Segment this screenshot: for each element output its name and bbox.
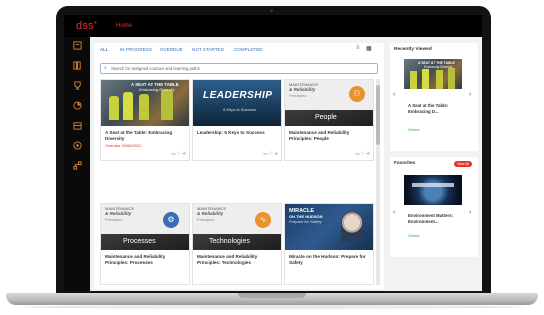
grid-view-icon[interactable]: ▦ — [366, 45, 372, 52]
trophy-icon[interactable] — [71, 81, 83, 93]
band-label: People — [315, 114, 337, 121]
course-title: A Seat at the Table: Embracing Diversity — [105, 130, 173, 141]
course-card[interactable]: MAINTENANCE & Reliability Principles Tec… — [192, 203, 282, 285]
search-input[interactable]: ⌕ Search for assigned courses and learni… — [100, 63, 378, 74]
gear-icon: ⚙ — [163, 212, 179, 228]
overdue-label: Overdue 03/08/2022 — [105, 143, 142, 148]
screen: dss+ Home ALL IN PROGRESS OVERDUE NOT ST… — [64, 15, 482, 291]
nav-home-link[interactable]: Home — [116, 23, 132, 29]
hierarchy-icon[interactable] — [71, 161, 83, 173]
chevron-right-icon[interactable]: › — [469, 91, 471, 98]
card-actions: ▭ ♡ ⋖ — [263, 151, 278, 157]
video-icon[interactable]: ▭ — [355, 151, 359, 156]
course-thumbnail: LEADERSHIP 5 Keys to Success — [193, 80, 281, 126]
dashboard-icon[interactable] — [71, 141, 83, 153]
logo[interactable]: dss+ — [76, 20, 97, 32]
course-thumbnail: MAINTENANCE & Reliability Principles Tec… — [193, 204, 281, 250]
share-icon[interactable]: ⋖ — [274, 151, 278, 156]
thumb-line3: Principles — [197, 217, 215, 222]
speaker-photo — [341, 212, 363, 242]
chevron-left-icon[interactable]: ‹ — [393, 209, 395, 216]
course-card[interactable]: MAINTENANCE & Reliability Principles Peo… — [284, 79, 374, 161]
thumb-line3: Prepare for Safety — [289, 219, 322, 224]
course-title: Miracle on the Hudson: Prepare for Safet… — [289, 254, 366, 265]
people-icon: ⚇ — [349, 86, 365, 102]
course-icon[interactable] — [71, 41, 83, 53]
video-icon[interactable]: ▭ — [171, 151, 175, 156]
course-card[interactable]: LEADERSHIP 5 Keys to Success Leadership:… — [192, 79, 282, 161]
report-icon[interactable] — [71, 101, 83, 113]
course-title: Maintenance and Reliability Principles: … — [197, 254, 258, 265]
thumb-line2: & Reliability — [289, 87, 316, 92]
thumb-line3: Principles — [105, 217, 123, 222]
scrollbar-thumb[interactable] — [376, 85, 380, 145]
logo-mark: + — [93, 20, 98, 27]
chevron-right-icon[interactable]: › — [469, 209, 471, 216]
chevron-left-icon[interactable]: ‹ — [393, 91, 395, 98]
thumb-subtitle: Embracing Diversity — [139, 87, 175, 92]
thumb-band: Technologies — [193, 234, 281, 250]
laptop-shadow — [20, 305, 524, 309]
thumb-title: LEADERSHIP — [203, 90, 273, 101]
card-actions: ▭ ♡ ⋖ — [355, 151, 370, 157]
course-card[interactable]: A SEAT AT THE TABLE Embracing Diversity … — [100, 79, 190, 161]
course-title: Maintenance and Reliability Principles: … — [105, 254, 166, 265]
favorite-item-name[interactable]: Environment Matters: Environment... — [408, 213, 468, 224]
heart-icon[interactable]: ♡ — [177, 151, 181, 156]
thumb-band: People — [285, 110, 373, 126]
course-title: Maintenance and Reliability Principles: … — [289, 130, 350, 141]
course-list-panel: ALL IN PROGRESS OVERDUE NOT STARTED COMP… — [94, 43, 384, 289]
thumb-line2: & Reliability — [105, 211, 132, 216]
thumb-line3: Principles — [289, 93, 307, 98]
recent-thumbnail[interactable]: A SEAT AT THE TABLE Embracing Diversity — [404, 59, 462, 89]
tab-completed[interactable]: COMPLETED — [234, 47, 263, 52]
favorites-title: Favorites — [394, 161, 416, 166]
favorite-item-status: Online — [408, 233, 420, 238]
favorites-panel: Favorites View All ‹ › Environment Matte… — [390, 157, 478, 257]
search-icon: ⌕ — [104, 65, 107, 71]
recently-viewed-panel: Recently Viewed ‹ › A SEAT AT THE TABLE … — [390, 43, 478, 151]
thumb-line2: & Reliability — [197, 211, 224, 216]
course-card[interactable]: MIRACLE ON THE HUDSON Prepare for Safety… — [284, 203, 374, 285]
scrollbar[interactable] — [376, 79, 380, 285]
course-card[interactable]: MAINTENANCE & Reliability Principles Pro… — [100, 203, 190, 285]
band-label: Processes — [123, 238, 156, 245]
video-icon[interactable]: ▭ — [263, 151, 267, 156]
thumb-band: Processes — [101, 234, 189, 250]
favorite-thumbnail[interactable] — [404, 175, 462, 205]
heart-icon[interactable]: ♡ — [269, 151, 273, 156]
course-thumbnail: MIRACLE ON THE HUDSON Prepare for Safety — [285, 204, 373, 250]
search-placeholder: Search for assigned courses and learning… — [111, 66, 200, 71]
course-thumbnail: MAINTENANCE & Reliability Principles Peo… — [285, 80, 373, 126]
recent-item-status: Online — [408, 127, 420, 132]
course-thumbnail: MAINTENANCE & Reliability Principles Pro… — [101, 204, 189, 250]
inbox-icon[interactable] — [71, 121, 83, 133]
tab-overdue[interactable]: OVERDUE — [160, 47, 183, 52]
card-actions: ▭ ♡ ⋖ — [171, 151, 186, 157]
course-thumbnail: A SEAT AT THE TABLE Embracing Diversity — [101, 80, 189, 126]
thumb-line1: MIRACLE — [289, 208, 315, 214]
band-label: Technologies — [209, 238, 250, 245]
top-bar: dss+ Home — [64, 15, 482, 37]
list-view-icon[interactable]: ≡ — [356, 45, 360, 51]
sidebar — [64, 37, 90, 291]
laptop-notch — [238, 293, 306, 298]
recent-item-name[interactable]: A Seat at the Table: Embracing D... — [408, 103, 468, 114]
tab-all[interactable]: ALL — [100, 47, 108, 52]
view-all-button[interactable]: View All — [454, 161, 472, 167]
thumb-subtitle: Embracing Diversity — [424, 65, 453, 69]
camera — [270, 9, 273, 12]
heart-icon[interactable]: ♡ — [361, 151, 365, 156]
tab-not-started[interactable]: NOT STARTED — [192, 47, 224, 52]
thumb-subtitle: 5 Keys to Success — [223, 107, 256, 112]
logo-text: dss — [76, 20, 94, 32]
share-icon[interactable]: ⋖ — [182, 151, 186, 156]
share-icon[interactable]: ⋖ — [366, 151, 370, 156]
pulse-icon: ∿ — [255, 212, 271, 228]
recently-viewed-title: Recently Viewed — [394, 47, 432, 52]
library-icon[interactable] — [71, 61, 83, 73]
tab-in-progress[interactable]: IN PROGRESS — [120, 47, 152, 52]
course-title: Leadership: 5 Keys to Success — [197, 130, 265, 135]
